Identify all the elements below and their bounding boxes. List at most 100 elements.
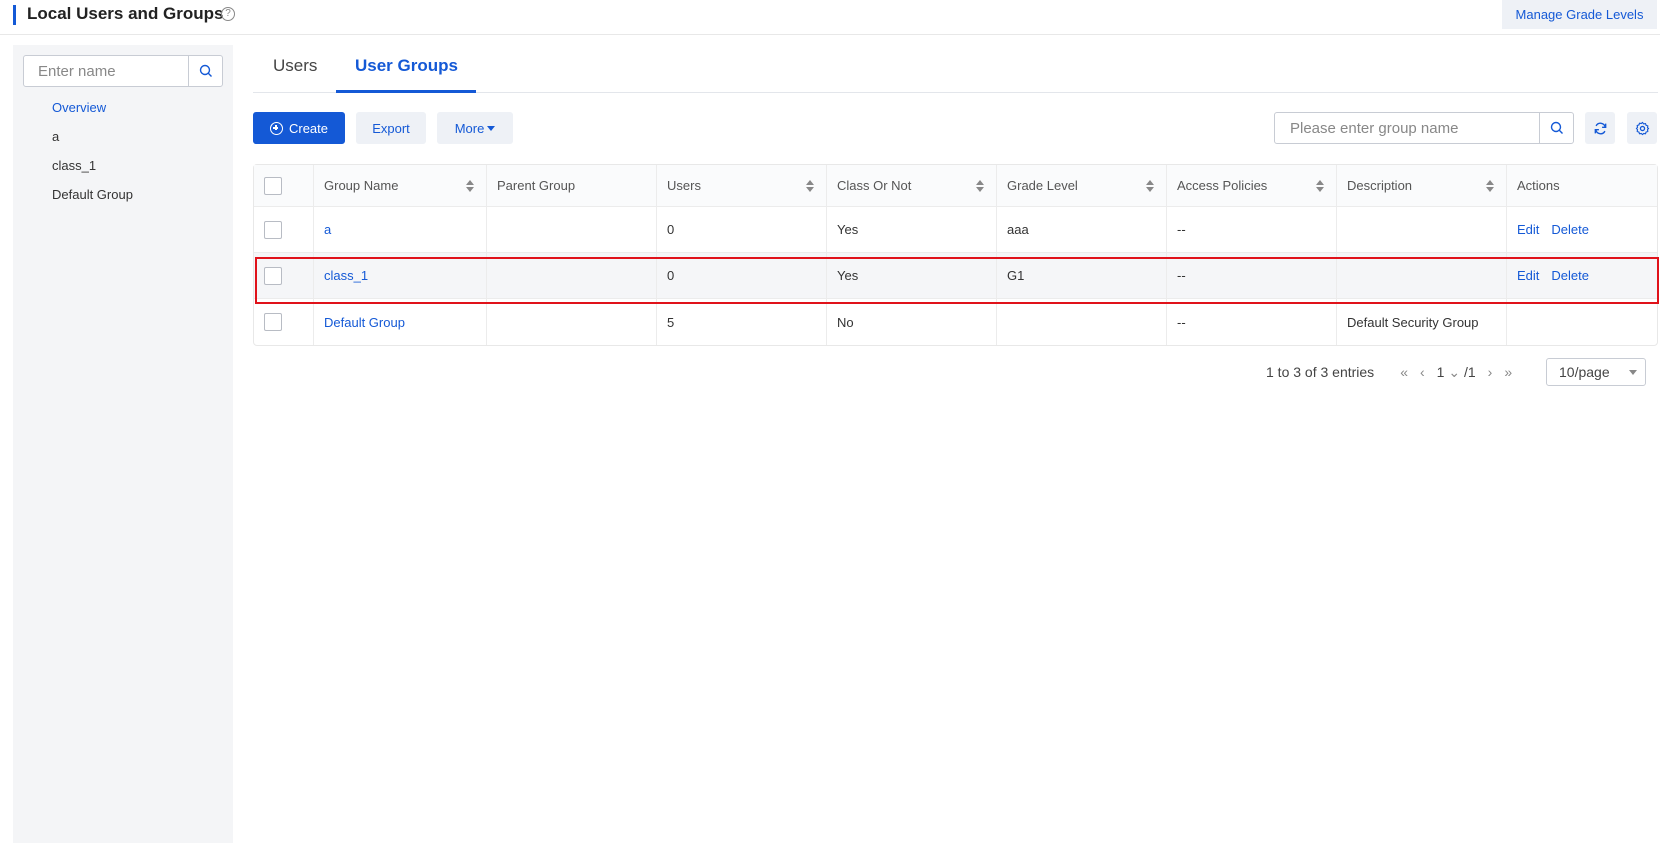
user-groups-table: Group Name Parent Group Users Class Or N… xyxy=(253,164,1658,346)
sort-icon[interactable] xyxy=(806,179,814,192)
description-cell xyxy=(1337,253,1507,298)
class-or-not-cell: Yes xyxy=(827,253,997,298)
delete-link[interactable]: Delete xyxy=(1551,268,1589,283)
row-select-cell xyxy=(254,253,314,298)
current-page-select[interactable]: 1 ⌄ /1 xyxy=(1437,364,1476,381)
sidebar-item-class-1[interactable]: class_1 xyxy=(13,151,233,180)
sidebar-item-a[interactable]: a xyxy=(13,122,233,151)
row-select-cell xyxy=(254,207,314,252)
actions-cell: Edit Delete xyxy=(1507,207,1657,252)
row-checkbox[interactable] xyxy=(264,266,282,285)
group-name-link[interactable]: Default Group xyxy=(324,315,405,330)
help-icon[interactable]: ? xyxy=(221,7,235,21)
column-header-users[interactable]: Users xyxy=(657,165,827,206)
sort-icon[interactable] xyxy=(466,179,474,192)
page-size-value: 10/page xyxy=(1559,364,1610,380)
group-search-box xyxy=(1274,112,1574,144)
column-settings-button[interactable] xyxy=(1627,112,1657,144)
grade-level-cell: G1 xyxy=(997,253,1167,298)
create-button[interactable]: Create xyxy=(253,112,345,144)
plus-circle-icon xyxy=(269,121,283,135)
page-size-select[interactable]: 10/page xyxy=(1546,358,1646,386)
actions-cell: Edit Delete xyxy=(1507,253,1657,298)
parent-group-cell xyxy=(487,253,657,298)
tab-users[interactable]: Users xyxy=(273,56,317,76)
page: Local Users and Groups ? Manage Grade Le… xyxy=(0,0,1668,843)
delete-link[interactable]: Delete xyxy=(1551,222,1589,237)
description-cell: Default Security Group xyxy=(1337,299,1507,345)
sidebar-search-input[interactable] xyxy=(24,56,189,86)
group-tree-sidebar: Overview a class_1 Default Group xyxy=(13,45,233,843)
select-all-checkbox[interactable] xyxy=(264,176,282,195)
group-search-button[interactable] xyxy=(1539,113,1573,143)
group-name-cell: class_1 xyxy=(314,253,487,298)
more-button-label: More xyxy=(454,120,485,136)
table-row: a 0 Yes aaa -- Edit Delete xyxy=(254,207,1657,253)
grade-level-cell xyxy=(997,299,1167,345)
prev-page-icon[interactable]: ‹ xyxy=(1420,364,1425,380)
users-cell: 0 xyxy=(657,207,827,252)
access-policies-cell: -- xyxy=(1167,299,1337,345)
manage-grade-levels-button[interactable]: Manage Grade Levels xyxy=(1502,0,1657,29)
tab-user-groups[interactable]: User Groups xyxy=(355,56,458,76)
group-name-cell: Default Group xyxy=(314,299,487,345)
gear-icon xyxy=(1635,121,1649,135)
pagination: 1 to 3 of 3 entries « ‹ 1 ⌄ /1 › » xyxy=(1266,358,1518,386)
select-all-cell xyxy=(254,165,314,206)
sort-icon[interactable] xyxy=(1486,179,1494,192)
group-name-link[interactable]: a xyxy=(324,222,331,237)
group-name-link[interactable]: class_1 xyxy=(324,268,368,283)
edit-link[interactable]: Edit xyxy=(1517,222,1539,237)
table-row: Default Group 5 No -- Default Security G… xyxy=(254,299,1657,345)
title-accent-bar xyxy=(13,5,16,25)
row-checkbox[interactable] xyxy=(264,220,282,239)
group-search-input[interactable] xyxy=(1275,113,1539,143)
sidebar-search-button[interactable] xyxy=(188,56,222,86)
sidebar-tree: Overview a class_1 Default Group xyxy=(13,93,233,209)
search-icon xyxy=(1550,121,1563,134)
first-page-icon[interactable]: « xyxy=(1400,364,1408,380)
table-header-row: Group Name Parent Group Users Class Or N… xyxy=(254,165,1657,207)
chevron-down-icon: ⌄ xyxy=(1448,363,1461,380)
column-header-class-or-not[interactable]: Class Or Not xyxy=(827,165,997,206)
users-cell: 5 xyxy=(657,299,827,345)
edit-link[interactable]: Edit xyxy=(1517,268,1539,283)
sidebar-item-overview[interactable]: Overview xyxy=(13,93,233,122)
tab-bar: Users User Groups xyxy=(253,50,1658,93)
access-policies-cell: -- xyxy=(1167,207,1337,252)
grade-level-cell: aaa xyxy=(997,207,1167,252)
refresh-button[interactable] xyxy=(1585,112,1615,144)
actions-cell xyxy=(1507,299,1657,345)
column-header-description[interactable]: Description xyxy=(1337,165,1507,206)
sidebar-search-box xyxy=(23,55,223,87)
column-header-actions: Actions xyxy=(1517,178,1560,193)
column-header-group-name[interactable]: Group Name xyxy=(314,165,487,206)
column-header-access-policies[interactable]: Access Policies xyxy=(1167,165,1337,206)
row-checkbox[interactable] xyxy=(264,313,282,331)
parent-group-cell xyxy=(487,207,657,252)
sort-icon[interactable] xyxy=(1316,179,1324,192)
users-cell: 0 xyxy=(657,253,827,298)
search-icon xyxy=(199,64,212,77)
create-button-label: Create xyxy=(288,120,329,136)
active-tab-indicator xyxy=(336,90,476,93)
entries-summary: 1 to 3 of 3 entries xyxy=(1266,364,1375,380)
next-page-icon[interactable]: › xyxy=(1488,364,1493,380)
sort-icon[interactable] xyxy=(1146,179,1154,192)
sidebar-item-default-group[interactable]: Default Group xyxy=(13,180,233,209)
sort-icon[interactable] xyxy=(976,179,984,192)
row-select-cell xyxy=(254,299,314,345)
more-dropdown-button[interactable]: More xyxy=(437,112,513,144)
last-page-icon[interactable]: » xyxy=(1504,364,1512,380)
class-or-not-cell: Yes xyxy=(827,207,997,252)
caret-down-icon xyxy=(487,125,496,131)
page-header: Local Users and Groups ? Manage Grade Le… xyxy=(0,0,1660,35)
page-title: Local Users and Groups xyxy=(27,4,224,23)
class-or-not-cell: No xyxy=(827,299,997,345)
parent-group-cell xyxy=(487,299,657,345)
access-policies-cell: -- xyxy=(1167,253,1337,298)
group-name-cell: a xyxy=(314,207,487,252)
export-button[interactable]: Export xyxy=(356,112,426,144)
column-header-grade-level[interactable]: Grade Level xyxy=(997,165,1167,206)
column-header-parent-group: Parent Group xyxy=(487,165,657,206)
